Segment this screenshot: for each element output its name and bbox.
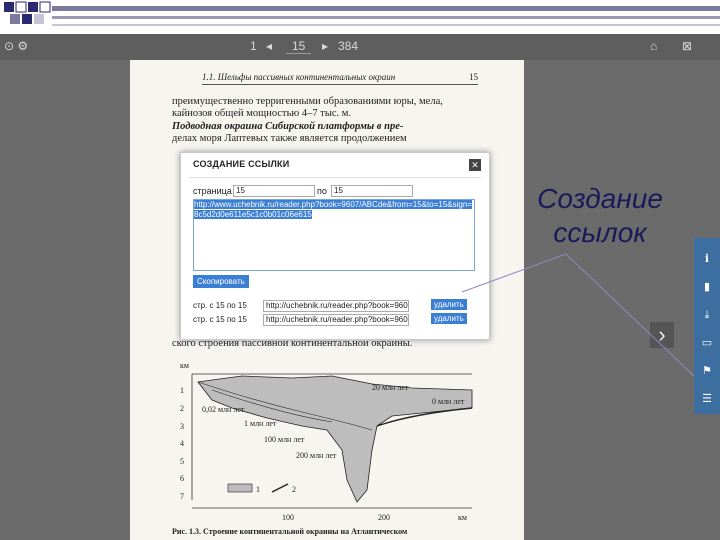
- close-icon[interactable]: ✕: [469, 159, 481, 171]
- age-label: 20 млн лет: [372, 383, 409, 392]
- saved-link-range: стр. с 15 по 15: [193, 315, 247, 324]
- legend-label: 2: [292, 485, 296, 494]
- distance-unit-label: км: [458, 513, 467, 522]
- first-page-link[interactable]: 1: [250, 39, 257, 53]
- saved-link-url[interactable]: http://uchebnik.ru/reader.php?book=9607/…: [263, 314, 409, 326]
- age-label: 0 млн лет: [432, 397, 465, 406]
- page-text-line: Подводная окраина Сибирской платформы в …: [172, 121, 404, 132]
- legend-swatch-sediment: [227, 483, 253, 493]
- callout-line-1: Создание: [537, 183, 663, 214]
- close-icon[interactable]: ⊠: [682, 39, 692, 53]
- age-label: 100 млн лет: [264, 435, 305, 444]
- depth-tick: 3: [180, 422, 184, 431]
- to-page-input[interactable]: 15: [331, 185, 413, 197]
- age-label: 0,02 млн лет: [202, 405, 245, 414]
- age-label: 1 млн лет: [244, 419, 277, 428]
- dialog-title: СОЗДАНИЕ ССЫЛКИ: [193, 159, 290, 169]
- callout-title: Создание ссылок: [512, 182, 688, 250]
- info-icon[interactable]: ℹ: [698, 250, 716, 268]
- contents-icon[interactable]: ☰: [698, 390, 716, 408]
- depth-tick: 2: [180, 404, 184, 413]
- from-page-input[interactable]: 15: [233, 185, 315, 197]
- depth-tick: 4: [180, 439, 184, 448]
- callout-line-2: ссылок: [553, 217, 647, 248]
- next-page-icon[interactable]: ▸: [322, 39, 328, 53]
- next-arrow-icon[interactable]: ›: [650, 322, 674, 348]
- depth-unit-label: км: [180, 361, 189, 370]
- legend-label: 1: [256, 485, 260, 494]
- viewer-toolbar: ⊙ ⚙ 1 ◂ 15 ▸ 384 ⌂ ⊠: [0, 34, 720, 60]
- from-page-label: страница: [193, 186, 232, 196]
- page-text-line: делах моря Лаптевых также является продо…: [172, 133, 407, 144]
- depth-tick: 6: [180, 474, 184, 483]
- dialog-divider: [189, 177, 481, 178]
- distance-tick: 200: [378, 513, 390, 522]
- delete-link-button[interactable]: удалить: [431, 313, 467, 324]
- link-text-selected: http://www.uchebnik.ru/reader.php?book=9…: [194, 200, 472, 219]
- copy-button[interactable]: Скопировать: [193, 275, 249, 288]
- depth-tick: 5: [180, 457, 184, 466]
- download-icon[interactable]: ⤓: [698, 306, 716, 324]
- home-icon[interactable]: ⌂: [650, 39, 657, 53]
- saved-link-row: стр. с 15 по 15 http://uchebnik.ru/reade…: [193, 313, 467, 326]
- link-textarea[interactable]: http://www.uchebnik.ru/reader.php?book=9…: [193, 199, 475, 271]
- page-text-line: преимущественно терригенными образования…: [172, 96, 443, 107]
- distance-tick: 100: [282, 513, 294, 522]
- delete-link-button[interactable]: удалить: [431, 299, 467, 310]
- print-icon[interactable]: ▭: [698, 334, 716, 352]
- depth-tick: 7: [180, 492, 184, 501]
- total-pages-link[interactable]: 384: [338, 39, 358, 53]
- margin-profile-figure: км 1 2 3 4 5 6 7 20 млн лет 0 млн лет 0,…: [180, 361, 473, 522]
- page-header: 1.1. Шельфы пассивных континентальных ок…: [202, 72, 478, 85]
- prev-page-icon[interactable]: ◂: [266, 39, 272, 53]
- page-header-number: 15: [469, 72, 478, 82]
- saved-link-row: стр. с 15 по 15 http://uchebnik.ru/reade…: [193, 299, 467, 312]
- page-text-line: кайнозоя общей мощностью 4–7 тыс. м.: [172, 108, 352, 119]
- side-toolbar: ℹ ▮ ⤓ ▭ ⚑ ☰: [694, 238, 720, 414]
- zoom-icon[interactable]: ⊙ ⚙: [4, 39, 28, 53]
- share-icon[interactable]: ⚑: [698, 362, 716, 380]
- saved-link-url[interactable]: http://uchebnik.ru/reader.php?book=9607/…: [263, 300, 409, 312]
- bookmark-icon[interactable]: ▮: [698, 278, 716, 296]
- depth-tick: 1: [180, 386, 184, 395]
- saved-link-range: стр. с 15 по 15: [193, 301, 247, 310]
- page-header-title: 1.1. Шельфы пассивных континентальных ок…: [202, 72, 396, 82]
- legend-swatch-line: [271, 483, 289, 493]
- slide-decoration-stripes: [52, 0, 720, 32]
- to-page-label: по: [317, 186, 327, 196]
- age-label: 200 млн лет: [296, 451, 337, 460]
- page-number-input[interactable]: 15: [286, 39, 312, 54]
- create-link-dialog: СОЗДАНИЕ ССЫЛКИ ✕ страница 15 по 15 http…: [180, 152, 490, 340]
